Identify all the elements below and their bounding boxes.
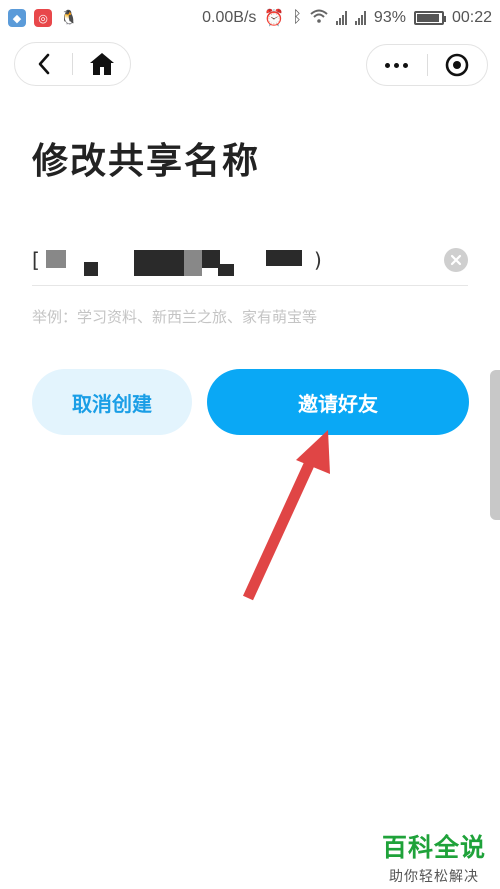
watermark-logo: 百科全说 助你轻松解决 — [382, 828, 486, 886]
annotation-arrow-icon — [242, 430, 330, 601]
watermark-tagline: 助你轻松解决 — [388, 869, 479, 885]
watermark-brand: 百科全说 — [381, 833, 486, 862]
